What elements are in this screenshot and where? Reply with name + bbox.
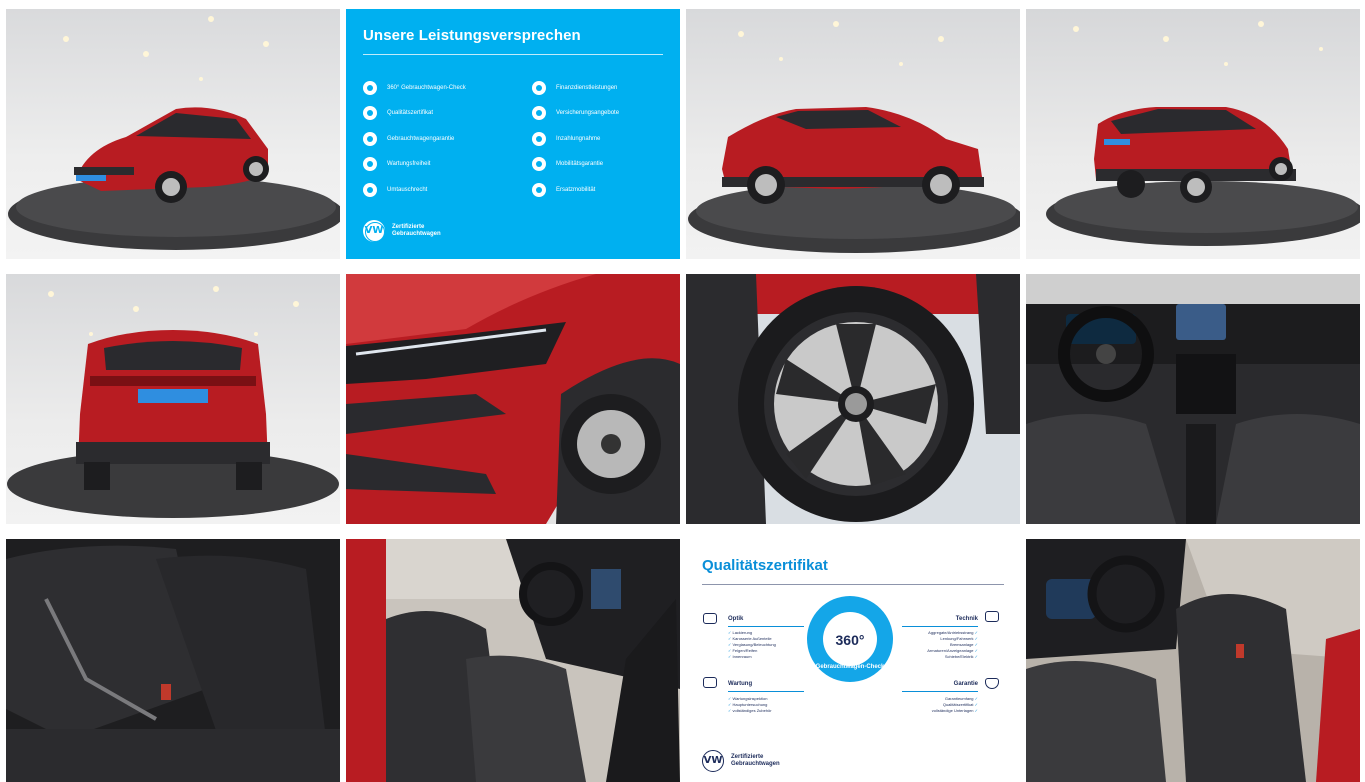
garantie-points: Garantieumfang ✓ Qualitätszertifikat ✓ v… <box>931 696 978 713</box>
car-photo <box>6 539 340 782</box>
certificate-icon <box>363 106 377 121</box>
wartung-points: ✓ Wartungsinspektion ✓ Hauptuntersuchung… <box>728 696 772 713</box>
promise-item: Gebrauchtwagengarantie <box>363 126 513 152</box>
garantie-heading: Garantie <box>953 681 978 687</box>
gallery-image-headlight-detail[interactable] <box>346 274 680 524</box>
promise-item: Mobilitätsgarantie <box>532 152 680 178</box>
vw-logo-icon: VW <box>702 750 724 772</box>
car-photo <box>1026 9 1360 259</box>
car-photo <box>6 274 340 524</box>
car-photo <box>1026 274 1360 524</box>
promise-title: Unsere Leistungsversprechen <box>363 27 581 44</box>
technik-points: Aggregate/Antriebsstrang ✓ Lenkung/Fahrw… <box>927 630 978 659</box>
trade-in-icon <box>532 131 546 146</box>
car-photo <box>346 274 680 524</box>
car-photo <box>1026 539 1360 782</box>
mobility-icon <box>532 157 546 172</box>
wartung-heading: Wartung <box>728 681 753 687</box>
car-photo <box>686 274 1020 524</box>
gallery-image-dashboard[interactable] <box>1026 274 1360 524</box>
promise-item: 360° Gebrauchtwagen-Check <box>363 75 513 101</box>
360-check-badge: 360° Gebrauchtwagen-Check <box>807 596 893 682</box>
technik-car-icon <box>985 611 999 622</box>
optik-car-icon <box>703 613 717 624</box>
gallery-image-wheel-detail[interactable] <box>686 274 1020 524</box>
garantie-shield-icon <box>985 678 999 689</box>
gallery-image-rear-view[interactable] <box>6 274 340 524</box>
certificate-footer: VW Zertifizierte Gebrauchtwagen <box>702 750 780 772</box>
certificate-title: Qualitätszertifikat <box>702 557 828 574</box>
certificate-divider <box>702 584 1004 585</box>
gallery-image-rear-seats[interactable] <box>6 539 340 782</box>
promise-item: Ersatzmobilität <box>532 177 680 203</box>
optik-heading: Optik <box>728 616 744 622</box>
promise-list-right: Finanzdienstleistungen Versicherungsange… <box>532 75 680 203</box>
insurance-icon <box>532 106 546 121</box>
technik-heading: Technik <box>955 616 978 622</box>
vehicle-image-gallery: Unsere Leistungsversprechen 360° Gebrauc… <box>0 0 1365 782</box>
gallery-image-front-seats-passenger[interactable] <box>346 539 680 782</box>
gallery-image-driver-seat[interactable] <box>1026 539 1360 782</box>
wartung-tools-icon <box>703 677 717 688</box>
gallery-image-services-promise[interactable]: Unsere Leistungsversprechen 360° Gebrauc… <box>346 9 680 259</box>
exchange-icon <box>363 182 377 197</box>
shield-icon <box>363 131 377 146</box>
gallery-image-rear-three-quarter[interactable] <box>1026 9 1360 259</box>
check-icon <box>363 80 377 95</box>
promise-item: Qualitätszertifikat <box>363 101 513 127</box>
gallery-image-front-three-quarter[interactable] <box>6 9 340 259</box>
replacement-car-icon <box>532 182 546 197</box>
promise-item: Versicherungsangebote <box>532 101 680 127</box>
promise-item: Wartungsfreiheit <box>363 152 513 178</box>
optik-points: ✓ Lackierung ✓ Karosserie Außenteile ✓ V… <box>728 630 776 659</box>
promise-item: Umtauschrecht <box>363 177 513 203</box>
car-photo <box>6 9 340 259</box>
car-photo <box>346 539 680 782</box>
finance-icon <box>532 80 546 95</box>
gallery-image-side-profile[interactable] <box>686 9 1020 259</box>
promise-list-left: 360° Gebrauchtwagen-Check Qualitätszerti… <box>363 75 513 203</box>
car-photo <box>686 9 1020 259</box>
promise-footer: VW Zertifizierte Gebrauchtwagen <box>363 220 441 242</box>
vw-logo-icon: VW <box>363 220 385 242</box>
gallery-image-quality-certificate[interactable]: Qualitätszertifikat Optik ✓ Lackierung ✓… <box>686 539 1020 782</box>
promise-divider <box>363 54 663 55</box>
wrench-icon <box>363 157 377 172</box>
promise-item: Inzahlungnahme <box>532 126 680 152</box>
promise-item: Finanzdienstleistungen <box>532 75 680 101</box>
